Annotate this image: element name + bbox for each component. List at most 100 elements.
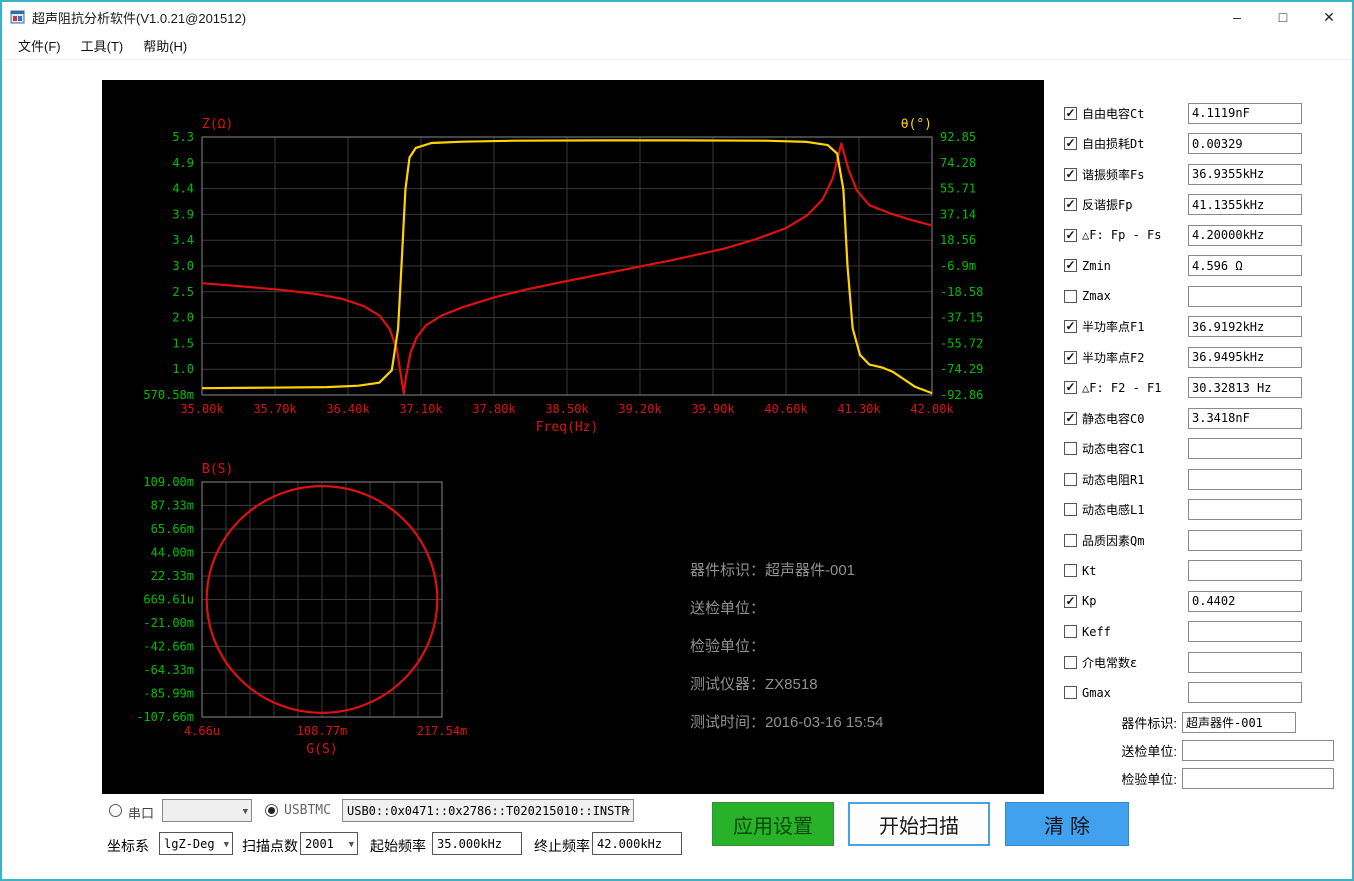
identity-input[interactable]	[1182, 739, 1334, 761]
svg-text:37.80k: 37.80k	[472, 402, 516, 416]
check-icon: ✓	[1065, 197, 1076, 212]
param-checkbox[interactable]: ✓	[1064, 411, 1077, 425]
param-label: Kt	[1082, 563, 1097, 578]
param-checkbox[interactable]	[1064, 289, 1077, 303]
param-label: 半功率点F1	[1082, 320, 1145, 335]
svg-text:18.56: 18.56	[940, 233, 976, 247]
maximize-button[interactable]: □	[1260, 2, 1306, 32]
svg-text:-55.72: -55.72	[940, 336, 983, 350]
param-value-input[interactable]	[1188, 651, 1302, 673]
main-content: 5.3 4.9 4.4 3.9 3.4 3.0 2.5 2.0 1.5 1.0 570.58m 92.…	[2, 60, 1352, 879]
param-value-input[interactable]	[1188, 346, 1302, 368]
param-value-input[interactable]	[1188, 133, 1302, 155]
param-value-input[interactable]	[1188, 224, 1302, 246]
param-value-input[interactable]	[1188, 407, 1302, 429]
svg-text:55.71: 55.71	[940, 182, 976, 196]
param-checkbox[interactable]: ✓	[1064, 594, 1077, 608]
param-checkbox[interactable]	[1064, 686, 1077, 700]
param-value-input[interactable]	[1188, 529, 1302, 551]
scan-points-combo[interactable]: 2001 ▼	[300, 832, 358, 855]
usbtmc-address-combo[interactable]: USB0::0x0471::0x2786::T020215010::INSTR …	[342, 799, 634, 822]
param-value-input[interactable]	[1188, 499, 1302, 521]
usbtmc-radio-label: USBTMC	[284, 803, 331, 818]
param-checkbox[interactable]	[1064, 472, 1077, 486]
param-checkbox[interactable]	[1064, 655, 1077, 669]
param-value-input[interactable]	[1188, 621, 1302, 643]
window-title: 超声阻抗分析软件(V1.0.21@201512)	[32, 10, 247, 26]
param-checkbox[interactable]: ✓	[1064, 350, 1077, 364]
param-row: ✓ 半功率点F1	[1064, 312, 1302, 343]
param-value-input[interactable]	[1188, 285, 1302, 307]
param-checkbox[interactable]	[1064, 625, 1077, 639]
svg-text:4.4: 4.4	[172, 182, 194, 196]
clear-button[interactable]: 清除	[1005, 802, 1129, 846]
param-value-input[interactable]	[1188, 377, 1302, 399]
param-value-input[interactable]	[1188, 316, 1302, 338]
param-value-input[interactable]	[1188, 560, 1302, 582]
measurement-info-overlay: 器件标识：超声器件-001 送检单位： 检验单位： 测试仪器：ZX8518 测试时间：2…	[690, 552, 883, 742]
param-row: 介电常数ε	[1064, 647, 1302, 678]
param-label: 动态电感L1	[1082, 503, 1145, 518]
param-checkbox[interactable]: ✓	[1064, 197, 1077, 212]
param-checkbox[interactable]	[1064, 503, 1077, 517]
menu-item[interactable]: 文件(F)	[8, 31, 71, 60]
param-checkbox[interactable]	[1064, 564, 1077, 578]
info-line: 器件标识：超声器件-001	[690, 562, 856, 579]
stop-freq-label: 终止频率	[534, 838, 590, 854]
coord-system-value: lgZ-Deg	[164, 836, 215, 851]
param-value-input[interactable]	[1188, 438, 1302, 460]
param-value-input[interactable]	[1188, 163, 1302, 185]
param-checkbox[interactable]: ✓	[1064, 381, 1077, 395]
svg-text:-107.66m: -107.66m	[136, 710, 194, 724]
identity-input[interactable]	[1182, 711, 1296, 733]
apply-settings-button[interactable]: 应用设置	[712, 802, 834, 846]
check-icon: ✓	[1065, 105, 1076, 120]
param-row: ✓ 静态电容C0	[1064, 403, 1302, 434]
param-label: Kp	[1082, 594, 1097, 609]
menu-item[interactable]: 工具(T)	[71, 31, 134, 60]
identity-input[interactable]	[1182, 767, 1334, 789]
start-scan-button[interactable]: 开始扫描	[848, 802, 990, 846]
close-button[interactable]: ✕	[1306, 2, 1352, 32]
minimize-button[interactable]: –	[1214, 2, 1260, 32]
svg-text:42.00k: 42.00k	[910, 402, 954, 416]
param-label: 反谐振Fp	[1082, 198, 1133, 213]
svg-text:θ(°): θ(°)	[901, 117, 932, 132]
svg-text:37.10k: 37.10k	[399, 402, 443, 416]
param-value-input[interactable]	[1188, 590, 1302, 612]
svg-text:-85.99m: -85.99m	[143, 687, 194, 701]
svg-text:74.28: 74.28	[940, 156, 976, 170]
usbtmc-radio[interactable]	[265, 804, 278, 817]
coord-system-combo[interactable]: lgZ-Deg ▼	[159, 832, 233, 855]
usbtmc-address-value: USB0::0x0471::0x2786::T020215010::INSTR	[347, 803, 629, 818]
param-label: 自由电容Ct	[1082, 106, 1145, 121]
param-value-input[interactable]	[1188, 468, 1302, 490]
param-label: Zmax	[1082, 289, 1111, 304]
param-checkbox[interactable]: ✓	[1064, 105, 1077, 120]
menu-item[interactable]: 帮助(H)	[133, 31, 197, 60]
param-checkbox[interactable]: ✓	[1064, 136, 1077, 151]
start-freq-input[interactable]	[432, 832, 522, 855]
stop-freq-input[interactable]	[592, 832, 682, 855]
serial-radio-dot	[112, 807, 119, 814]
param-checkbox[interactable]	[1064, 533, 1077, 547]
svg-text:2.5: 2.5	[172, 285, 194, 299]
param-checkbox[interactable]: ✓	[1064, 320, 1077, 334]
check-icon: ✓	[1065, 136, 1076, 151]
param-value-input[interactable]	[1188, 102, 1302, 124]
serial-port-combo[interactable]: ▼	[162, 799, 252, 822]
svg-text:G(S): G(S)	[306, 742, 337, 757]
param-checkbox[interactable]: ✓	[1064, 228, 1077, 242]
param-value-input[interactable]	[1188, 194, 1302, 216]
param-checkbox[interactable]: ✓	[1064, 167, 1077, 181]
serial-radio-label: 串口	[128, 806, 155, 821]
param-value-input[interactable]	[1188, 682, 1302, 704]
svg-text:108.77m: 108.77m	[297, 724, 348, 738]
param-value-input[interactable]	[1188, 255, 1302, 277]
svg-text:-64.33m: -64.33m	[143, 663, 194, 677]
param-label: 品质因素Qm	[1082, 533, 1145, 548]
param-checkbox[interactable]: ✓	[1064, 259, 1077, 273]
serial-radio[interactable]	[109, 804, 122, 817]
chart-panel: 5.3 4.9 4.4 3.9 3.4 3.0 2.5 2.0 1.5 1.0 570.58m 92.…	[102, 80, 1044, 794]
param-checkbox[interactable]	[1064, 442, 1077, 456]
